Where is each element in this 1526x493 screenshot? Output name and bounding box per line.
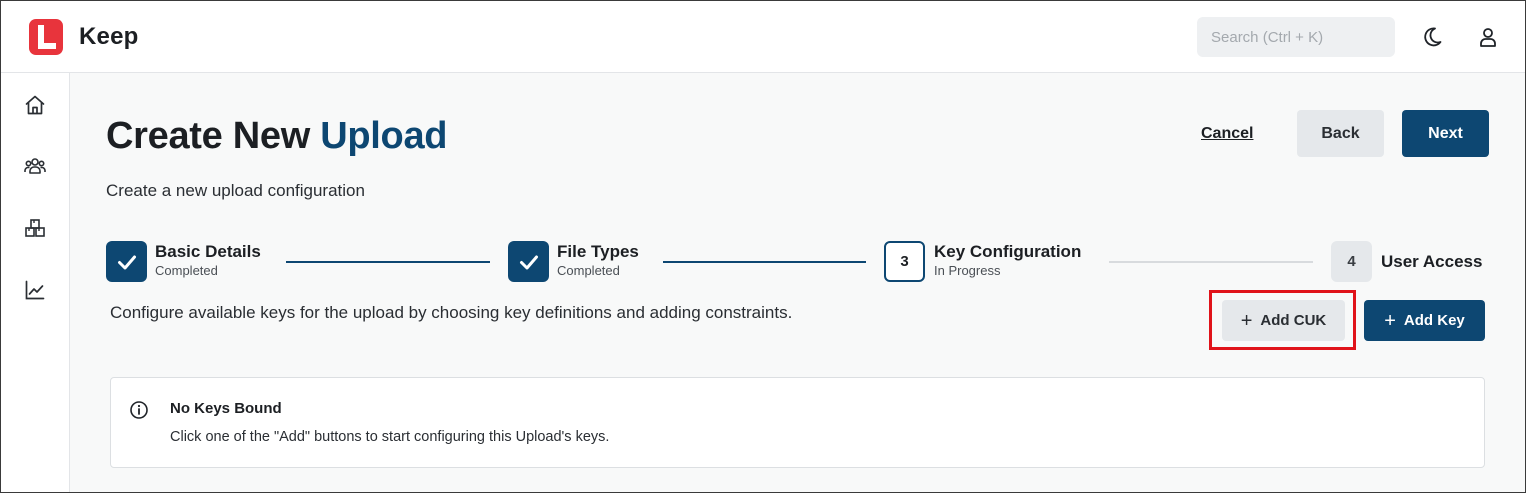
page-subtitle: Create a new upload configuration bbox=[106, 181, 365, 200]
step-4-number: 4 bbox=[1331, 241, 1372, 282]
next-button[interactable]: Next bbox=[1402, 110, 1489, 157]
add-key-label: Add Key bbox=[1403, 312, 1465, 329]
boxes-icon[interactable] bbox=[23, 216, 47, 240]
step-1-check bbox=[106, 241, 147, 282]
main-content: Create New Upload Create a new upload co… bbox=[70, 73, 1525, 492]
user-icon[interactable] bbox=[1476, 25, 1500, 49]
step-connector-1 bbox=[286, 261, 490, 263]
step-2-status: Completed bbox=[557, 263, 620, 278]
step-1-status: Completed bbox=[155, 263, 218, 278]
chart-icon[interactable] bbox=[23, 278, 47, 302]
back-button[interactable]: Back bbox=[1297, 110, 1384, 157]
add-key-button[interactable]: + Add Key bbox=[1364, 300, 1485, 341]
step-connector-2 bbox=[663, 261, 866, 263]
empty-title: No Keys Bound bbox=[170, 400, 282, 417]
top-bar: Keep bbox=[1, 1, 1525, 73]
step-3-number: 3 bbox=[884, 241, 925, 282]
check-icon bbox=[117, 255, 136, 269]
step-3-title: Key Configuration bbox=[934, 242, 1082, 261]
users-icon[interactable] bbox=[23, 154, 47, 178]
search-input[interactable] bbox=[1197, 17, 1395, 57]
app-window: Keep Search (Ctrl + K) Create New Upload… bbox=[0, 0, 1526, 493]
plus-icon: + bbox=[1240, 309, 1253, 332]
page-title-accent: Upload bbox=[320, 115, 448, 157]
moon-icon[interactable] bbox=[1420, 25, 1444, 49]
step-4-title: User Access bbox=[1381, 252, 1483, 271]
step-connector-3 bbox=[1109, 261, 1313, 263]
app-name: Keep bbox=[79, 23, 139, 50]
step-2-check bbox=[508, 241, 549, 282]
step-2-title: File Types bbox=[557, 242, 639, 261]
add-cuk-button[interactable]: + Add CUK bbox=[1222, 300, 1345, 341]
info-icon bbox=[130, 401, 148, 419]
add-cuk-label: Add CUK bbox=[1260, 312, 1327, 329]
home-icon[interactable] bbox=[23, 93, 47, 117]
check-icon bbox=[519, 255, 538, 269]
keys-description: Configure available keys for the upload … bbox=[110, 303, 793, 322]
step-1-title: Basic Details bbox=[155, 242, 261, 261]
cancel-link[interactable]: Cancel bbox=[1201, 125, 1253, 143]
sidebar bbox=[1, 73, 70, 492]
empty-text: Click one of the "Add" buttons to start … bbox=[170, 429, 610, 445]
page-title-main: Create New bbox=[106, 115, 310, 157]
step-3-status: In Progress bbox=[934, 263, 1001, 278]
no-keys-card: No Keys Bound Click one of the "Add" but… bbox=[110, 377, 1485, 468]
page-title: Create New Upload bbox=[106, 115, 448, 158]
plus-icon: + bbox=[1384, 309, 1396, 332]
keep-logo-icon[interactable] bbox=[29, 19, 63, 55]
